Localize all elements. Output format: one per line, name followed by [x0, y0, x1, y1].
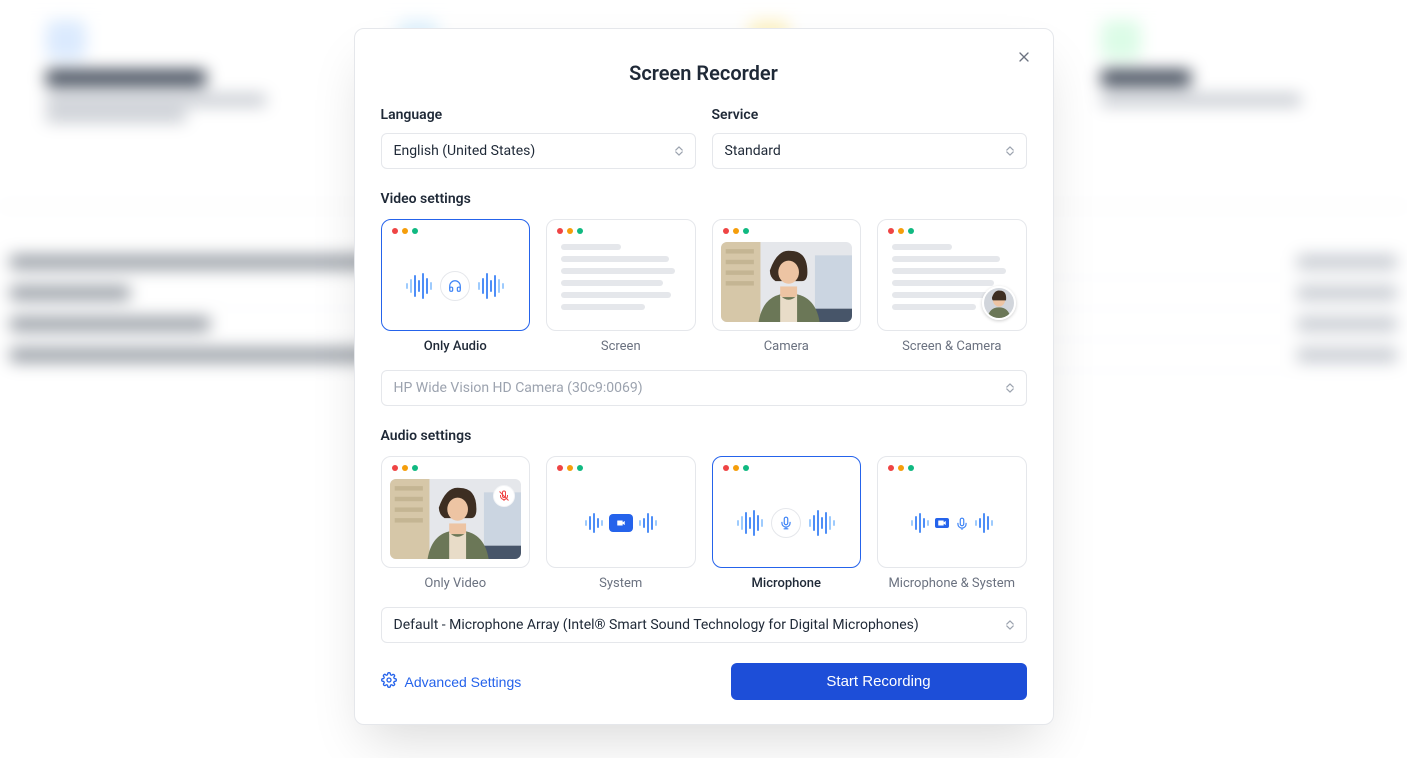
camera-pip-illustration: [982, 286, 1016, 320]
close-icon: [1016, 49, 1032, 68]
advanced-settings-link[interactable]: Advanced Settings: [381, 672, 522, 691]
headphones-icon: [440, 271, 470, 301]
chevron-updown-icon: [1006, 146, 1014, 156]
advanced-settings-label: Advanced Settings: [405, 674, 522, 690]
window-traffic-lights-icon: [713, 220, 861, 242]
gear-icon: [381, 672, 397, 691]
option-label: Only Audio: [424, 339, 487, 354]
modal-title: Screen Recorder: [381, 61, 1027, 85]
close-button[interactable]: [1011, 45, 1037, 71]
option-label: Screen & Camera: [902, 339, 1001, 354]
audio-settings-label: Audio settings: [381, 428, 1027, 444]
language-value: English (United States): [394, 143, 536, 159]
option-label: Screen: [601, 339, 641, 354]
screen-recorder-modal: Screen Recorder Language English (United…: [354, 28, 1054, 725]
language-label: Language: [381, 107, 696, 123]
window-traffic-lights-icon: [878, 457, 1026, 479]
camera-device-value: HP Wide Vision HD Camera (30c9:0069): [394, 380, 643, 396]
service-value: Standard: [725, 143, 781, 159]
service-label: Service: [712, 107, 1027, 123]
video-option-screen[interactable]: Screen: [546, 219, 696, 354]
camera-device-select[interactable]: HP Wide Vision HD Camera (30c9:0069): [381, 370, 1027, 406]
microphone-device-value: Default - Microphone Array (Intel® Smart…: [394, 617, 919, 633]
audio-option-microphone[interactable]: Microphone: [712, 456, 862, 591]
window-traffic-lights-icon: [382, 220, 530, 242]
window-traffic-lights-icon: [878, 220, 1026, 242]
mic-muted-icon: [493, 485, 515, 507]
audio-option-microphone-system[interactable]: Microphone & System: [877, 456, 1027, 591]
video-option-camera[interactable]: Camera: [712, 219, 862, 354]
video-icon: [935, 518, 949, 528]
microphone-icon: [771, 508, 801, 538]
video-option-only-audio[interactable]: Only Audio: [381, 219, 531, 354]
option-label: Microphone: [752, 576, 821, 591]
start-recording-button[interactable]: Start Recording: [731, 663, 1027, 700]
microphone-icon: [955, 516, 969, 530]
language-select[interactable]: English (United States): [381, 133, 696, 169]
window-traffic-lights-icon: [382, 457, 530, 479]
window-traffic-lights-icon: [547, 220, 695, 242]
service-select[interactable]: Standard: [712, 133, 1027, 169]
chevron-updown-icon: [1006, 383, 1014, 393]
video-settings-label: Video settings: [381, 191, 1027, 207]
camera-preview-illustration: [390, 479, 522, 559]
option-label: Microphone & System: [888, 576, 1015, 591]
chevron-updown-icon: [1006, 620, 1014, 630]
option-label: Camera: [764, 339, 809, 354]
video-option-screen-camera[interactable]: Screen & Camera: [877, 219, 1027, 354]
window-traffic-lights-icon: [547, 457, 695, 479]
option-label: Only Video: [424, 576, 486, 591]
window-traffic-lights-icon: [713, 457, 861, 479]
video-icon: [609, 514, 633, 532]
microphone-device-select[interactable]: Default - Microphone Array (Intel® Smart…: [381, 607, 1027, 643]
camera-preview-illustration: [721, 242, 853, 322]
option-label: System: [599, 576, 642, 591]
audio-option-only-video[interactable]: Only Video: [381, 456, 531, 591]
modal-overlay: Screen Recorder Language English (United…: [0, 0, 1407, 758]
chevron-updown-icon: [675, 146, 683, 156]
audio-option-system[interactable]: System: [546, 456, 696, 591]
